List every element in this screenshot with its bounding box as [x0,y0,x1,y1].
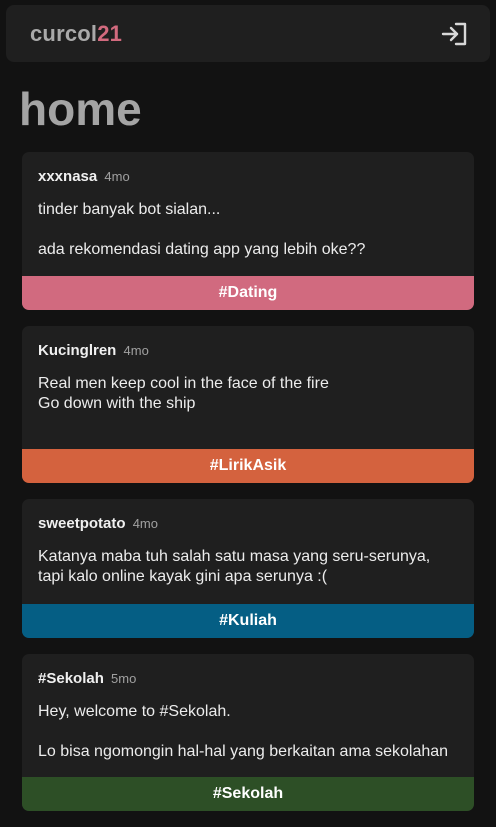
post-time: 4mo [104,169,130,184]
tag-bar-sekolah[interactable]: #Sekolah [22,777,474,811]
logo-main-text: curcol [30,21,98,46]
tag-bar-kuliah[interactable]: #Kuliah [22,604,474,638]
post-body: #Sekolah 5mo Hey, welcome to #Sekolah. L… [22,654,474,762]
post-line: Lo bisa ngomongin hal-hal yang berkaitan… [38,743,449,760]
post-line: ada rekomendasi dating app yang lebih ok… [38,241,366,258]
post-line: Go down with the ship [38,395,196,412]
logout-button[interactable] [440,19,470,49]
logout-icon [441,22,467,46]
post-card[interactable]: Kucinglren 4mo Real men keep cool in the… [22,326,474,483]
post-content: tinder banyak bot sialan... ada rekomend… [38,200,458,260]
post-content: Katanya maba tuh salah satu masa yang se… [38,547,458,587]
post-line: tapi kalo online kayak gini apa serunya … [38,568,328,585]
post-header: Kucinglren 4mo [38,342,458,360]
post-card[interactable]: #Sekolah 5mo Hey, welcome to #Sekolah. L… [22,654,474,811]
post-content: Hey, welcome to #Sekolah. Lo bisa ngomon… [38,702,458,762]
post-author[interactable]: Kucinglren [38,342,116,359]
tag-bar-lirikasik[interactable]: #LirikAsik [22,449,474,483]
post-header: xxxnasa 4mo [38,168,458,186]
logo-accent-text: 21 [97,21,123,46]
post-line: Katanya maba tuh salah satu masa yang se… [38,548,431,565]
post-body: sweetpotato 4mo Katanya maba tuh salah s… [22,499,474,587]
post-line: tinder banyak bot sialan... [38,201,221,218]
page-title: home [19,83,142,135]
post-time: 5mo [111,671,137,686]
post-header: #Sekolah 5mo [38,670,458,688]
post-header: sweetpotato 4mo [38,515,458,533]
post-content: Real men keep cool in the face of the fi… [38,374,458,414]
post-card[interactable]: xxxnasa 4mo tinder banyak bot sialan... … [22,152,474,310]
app-logo[interactable]: curcol21 [30,23,122,45]
post-time: 4mo [123,343,149,358]
post-time: 4mo [132,516,158,531]
post-body: xxxnasa 4mo tinder banyak bot sialan... … [22,152,474,260]
post-author[interactable]: xxxnasa [38,168,97,185]
top-navbar: curcol21 [6,5,490,62]
post-line: Real men keep cool in the face of the fi… [38,375,329,392]
post-feed: xxxnasa 4mo tinder banyak bot sialan... … [22,152,474,827]
post-author[interactable]: #Sekolah [38,670,104,687]
post-card[interactable]: sweetpotato 4mo Katanya maba tuh salah s… [22,499,474,638]
post-line: Hey, welcome to #Sekolah. [38,703,231,720]
post-author[interactable]: sweetpotato [38,515,126,532]
tag-bar-dating[interactable]: #Dating [22,276,474,310]
post-body: Kucinglren 4mo Real men keep cool in the… [22,326,474,414]
